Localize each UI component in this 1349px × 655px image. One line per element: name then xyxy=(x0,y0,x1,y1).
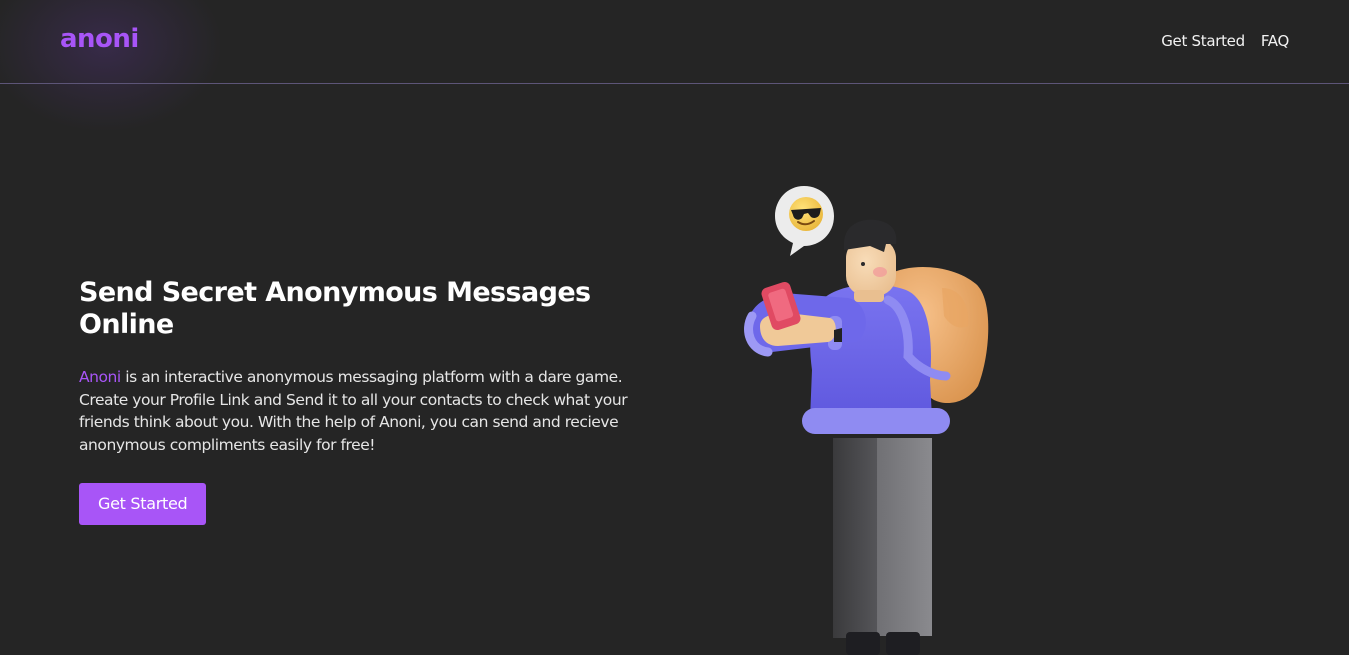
person-texting-illustration xyxy=(744,186,989,655)
landing-page: anoni Get Started FAQ Send Secret Anonym… xyxy=(0,0,1349,655)
nav-faq-link[interactable]: FAQ xyxy=(1261,32,1289,50)
hero-description: Anoni is an interactive anonymous messag… xyxy=(79,366,639,456)
hero-brand-name: Anoni xyxy=(79,368,121,386)
logo-link[interactable]: anoni xyxy=(60,24,139,54)
top-nav: Get Started FAQ xyxy=(1161,32,1289,50)
nav-get-started-link[interactable]: Get Started xyxy=(1161,32,1245,50)
hero-description-text: is an interactive anonymous messaging pl… xyxy=(79,368,628,454)
site-header: anoni Get Started FAQ xyxy=(0,0,1349,84)
hero-section: Send Secret Anonymous Messages Online An… xyxy=(79,277,639,525)
speech-bubble-icon xyxy=(775,186,834,256)
hero-title: Send Secret Anonymous Messages Online xyxy=(79,277,591,340)
get-started-button[interactable]: Get Started xyxy=(79,483,207,525)
